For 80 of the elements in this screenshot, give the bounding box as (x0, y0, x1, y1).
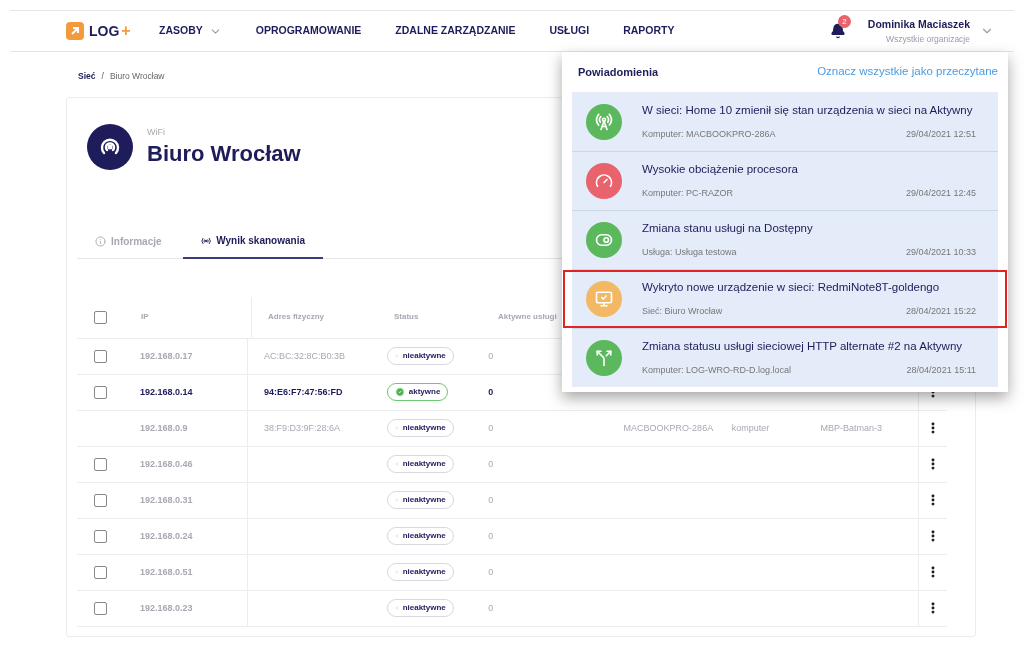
split-arrow-icon (595, 349, 613, 367)
notification-time: 28/04/2021 15:22 (905, 305, 976, 319)
panel-title: Powiadomienia (578, 64, 659, 80)
nav-item[interactable]: USŁUGI (549, 23, 590, 39)
table-cell: MACBOOKPRO-286A (623, 422, 714, 433)
mac-cell: AC:BC:32:8C:B0:3B (263, 349, 345, 363)
ip-cell: 192.168.0.31 (139, 494, 193, 505)
monitor-icon (595, 290, 613, 308)
notification-title: Zmiana statusu usługi sieciowej HTTP alternate #2 na Aktywny (642, 339, 964, 355)
notification-source: Sieć: Biuro Wrocław (642, 305, 723, 319)
ip-cell: 192.168.0.9 (139, 422, 188, 433)
ip-cell: 192.168.0.17 (139, 350, 193, 361)
notification-time: 29/04/2021 12:45 (905, 187, 976, 201)
breadcrumb-separator: / (101, 70, 104, 83)
row-checkbox[interactable] (94, 601, 107, 615)
table-cell: komputer (731, 422, 770, 433)
services-cell: 0 (488, 530, 494, 541)
nav-item[interactable]: ZASOBY (159, 23, 222, 39)
nav-item[interactable]: OPROGRAMOWANIE (255, 23, 362, 39)
logo-plus: + (121, 21, 131, 41)
notification-time: 29/04/2021 12:51 (905, 127, 976, 141)
breadcrumb-item[interactable]: Sieć (78, 70, 96, 83)
row-checkbox[interactable] (94, 565, 107, 579)
ip-cell: 192.168.0.24 (139, 530, 193, 541)
ip-cell: 192.168.0.46 (139, 458, 193, 469)
services-cell: 0 (488, 494, 494, 505)
column-header: Aktywne usługi (498, 311, 557, 324)
column-header: IP (141, 311, 149, 324)
bell-icon[interactable] (829, 23, 846, 39)
organization-label: Wszystkie organizacje (885, 32, 970, 46)
nav-item[interactable]: ZDALNE ZARZĄDZANIE (395, 23, 516, 39)
ip-cell: 192.168.0.14 (139, 386, 193, 397)
select-all-checkbox[interactable] (94, 310, 107, 324)
mac-cell: 94:E6:F7:47:56:FD (263, 385, 343, 399)
notification-item[interactable]: Zmiana statusu usługi sieciowej HTTP alternate #2 na Aktywny Komputer: LOG-WRO-RD-D.log.local 28/04/2021 15:11 (572, 328, 998, 387)
network-type: WiFi (147, 126, 166, 139)
notification-time: 28/04/2021 15:11 (906, 364, 976, 378)
breadcrumb-item: Biuro Wrocław (109, 70, 165, 83)
notification-badge: 2 (837, 15, 851, 28)
row-checkbox[interactable] (94, 493, 107, 507)
notification-source: Komputer: MACBOOKPRO-286A (642, 127, 776, 141)
notification-source: Komputer: LOG-WRO-RD-D.log.local (642, 364, 792, 378)
services-cell: 0 (488, 350, 494, 361)
notification-source: Usługa: Usługa testowa (642, 246, 737, 260)
logo-text: LOG (89, 21, 120, 41)
ip-cell: 192.168.0.23 (139, 602, 193, 613)
notification-title: Zmiana stanu usługi na Dostępny (642, 221, 814, 237)
row-checkbox[interactable] (94, 529, 107, 543)
services-cell: 0 (488, 386, 494, 397)
broadcast-icon (201, 235, 212, 246)
notification-source: Komputer: PC-RAZOR (642, 187, 734, 201)
row-checkbox[interactable] (94, 457, 107, 471)
notification-title: Wysokie obciążenie procesora (642, 162, 799, 178)
notification-time: 29/04/2021 10:33 (905, 246, 976, 260)
services-cell: 0 (488, 602, 494, 613)
services-cell: 0 (488, 458, 494, 469)
info-icon (95, 236, 106, 248)
notification-title: W sieci: Home 10 zmienił się stan urządzenia w sieci na Aktywny (642, 102, 974, 118)
row-checkbox[interactable] (94, 349, 107, 363)
check-circle-icon (394, 387, 405, 397)
logo-icon (66, 22, 84, 40)
row-checkbox[interactable] (94, 385, 107, 399)
services-cell: 0 (488, 566, 494, 577)
mac-cell: 38:F9:D3:9F:28:6A (263, 421, 340, 435)
tab[interactable]: Wynik skanowania (183, 224, 323, 259)
antenna-icon (595, 112, 613, 131)
notification-item[interactable]: W sieci: Home 10 zmienił się stan urządzenia w sieci na Aktywny Komputer: MACBOOKPRO-286A 29/04/2021 12:51 (572, 92, 998, 151)
services-cell: 0 (488, 422, 494, 433)
user-name: Dominika Maciaszek (867, 16, 970, 32)
network-title: Biuro Wrocław (147, 139, 301, 168)
table-cell: MBP-Batman-3 (820, 422, 883, 433)
gauge-icon (595, 172, 613, 190)
toggle-icon (595, 231, 613, 249)
column-header: Adres fizyczny (268, 311, 325, 324)
nav-item[interactable]: RAPORTY (623, 23, 675, 39)
ip-cell: 192.168.0.51 (139, 566, 193, 577)
column-header: Status (394, 311, 419, 324)
notification-item[interactable]: Zmiana stanu usługi na Dostępny Usługa: Usługa testowa 29/04/2021 10:33 (572, 210, 998, 269)
notification-item[interactable]: Wysokie obciążenie procesora Komputer: PC-RAZOR 29/04/2021 12:45 (572, 151, 998, 210)
notification-title: Wykryto nowe urządzenie w sieci: RedmiNote8T-goldengo (642, 280, 941, 296)
